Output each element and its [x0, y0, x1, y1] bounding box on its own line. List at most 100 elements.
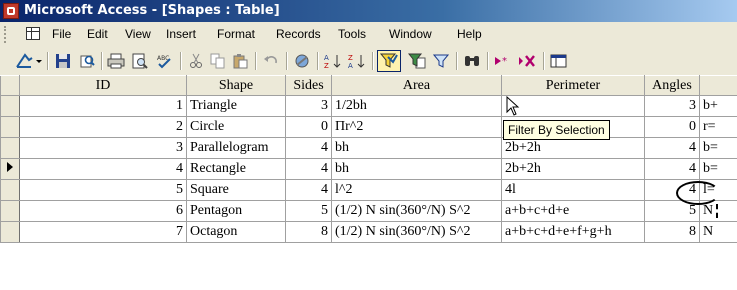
record-selector[interactable] [0, 137, 20, 159]
datasheet-icon[interactable] [26, 27, 40, 40]
cell-sides[interactable]: 5 [285, 200, 332, 222]
find-icon[interactable] [461, 51, 483, 71]
svg-text:Z: Z [348, 54, 353, 62]
paste-icon[interactable] [229, 51, 251, 71]
cell-area[interactable]: Πr^2 [331, 116, 502, 138]
table-row: 4 Rectangle 4 bh 2b+2h 4 b= [0, 158, 737, 180]
cell-angles[interactable]: 3 [644, 95, 700, 117]
record-selector[interactable] [0, 158, 20, 180]
menu-window[interactable]: Window [389, 27, 432, 41]
cell-area[interactable]: 1/2bh [331, 95, 502, 117]
access-app-icon[interactable] [3, 3, 19, 19]
title-bar: Microsoft Access - [Shapes : Table] [0, 0, 737, 22]
record-selector[interactable] [0, 179, 20, 201]
filter-by-form-icon[interactable] [406, 51, 428, 71]
cell-area[interactable]: l^2 [331, 179, 502, 201]
menu-insert[interactable]: Insert [166, 27, 196, 41]
cell-sides[interactable]: 3 [285, 95, 332, 117]
cell-angles[interactable]: 0 [644, 116, 700, 138]
cell-angles[interactable]: 8 [644, 221, 700, 243]
menu-bar: File Edit View Insert Format Records Too… [0, 22, 737, 48]
sort-ascending-icon[interactable]: AZ [322, 51, 344, 71]
cell-shape[interactable]: Pentagon [186, 200, 286, 222]
cell-id[interactable]: 3 [19, 137, 187, 159]
column-header-sides[interactable]: Sides [285, 75, 332, 96]
cell-shape[interactable]: Rectangle [186, 158, 286, 180]
cell-id[interactable]: 2 [19, 116, 187, 138]
record-selector[interactable] [0, 221, 20, 243]
apply-filter-icon[interactable] [430, 51, 452, 71]
header-row: ID Shape Sides Area Perimeter Angles [0, 75, 737, 96]
database-window-icon[interactable] [548, 51, 570, 71]
cell-id[interactable]: 7 [19, 221, 187, 243]
cell-shape[interactable]: Octagon [186, 221, 286, 243]
cell-area[interactable]: bh [331, 137, 502, 159]
cell-extra[interactable]: N [699, 221, 737, 243]
cell-id[interactable]: 4 [19, 158, 187, 180]
table-row: 1 Triangle 3 1/2bh 3 b+ [0, 95, 737, 117]
cell-sides[interactable]: 4 [285, 158, 332, 180]
cell-perimeter[interactable]: 4l [501, 179, 645, 201]
cut-icon[interactable] [185, 51, 207, 71]
menu-view[interactable]: View [125, 27, 151, 41]
table-row: 5 Square 4 l^2 4l 4 l= [0, 179, 737, 201]
cell-shape[interactable]: Circle [186, 116, 286, 138]
view-icon[interactable] [14, 51, 44, 71]
cell-shape[interactable]: Triangle [186, 95, 286, 117]
cell-angles[interactable]: 4 [644, 137, 700, 159]
column-header-perimeter[interactable]: Perimeter [501, 75, 645, 96]
cell-id[interactable]: 5 [19, 179, 187, 201]
column-header-extra[interactable] [699, 75, 737, 96]
record-selector[interactable] [0, 116, 20, 138]
print-icon[interactable] [105, 51, 127, 71]
cell-sides[interactable]: 4 [285, 137, 332, 159]
cell-extra[interactable]: b= [699, 137, 737, 159]
cell-id[interactable]: 6 [19, 200, 187, 222]
cell-area[interactable]: (1/2) N sin(360°/N) S^2 [331, 221, 502, 243]
menu-grip-handle[interactable] [4, 26, 9, 43]
cell-shape[interactable]: Parallelogram [186, 137, 286, 159]
menu-tools[interactable]: Tools [338, 27, 366, 41]
filter-by-selection-icon[interactable] [377, 50, 401, 72]
cell-extra[interactable]: b= [699, 158, 737, 180]
cell-perimeter[interactable]: a+b+c+d+e [501, 200, 645, 222]
copy-icon[interactable] [207, 51, 229, 71]
menu-records[interactable]: Records [276, 27, 321, 41]
record-selector[interactable] [0, 95, 20, 117]
hyperlink-icon[interactable] [291, 51, 313, 71]
cell-perimeter[interactable]: 2b+2h [501, 158, 645, 180]
cell-perimeter[interactable] [501, 95, 645, 117]
column-header-shape[interactable]: Shape [186, 75, 286, 96]
cell-sides[interactable]: 8 [285, 221, 332, 243]
cell-extra[interactable]: r= [699, 116, 737, 138]
cell-angles[interactable]: 4 [644, 158, 700, 180]
record-selector[interactable] [0, 200, 20, 222]
cell-shape[interactable]: Square [186, 179, 286, 201]
cell-area[interactable]: bh [331, 158, 502, 180]
menu-file[interactable]: File [52, 27, 71, 41]
menu-help[interactable]: Help [457, 27, 482, 41]
sort-descending-icon[interactable]: ZA [346, 51, 368, 71]
spelling-icon[interactable]: ABC [153, 51, 175, 71]
column-header-angles[interactable]: Angles [644, 75, 700, 96]
undo-icon[interactable] [260, 51, 282, 71]
cell-perimeter[interactable]: a+b+c+d+e+f+g+h [501, 221, 645, 243]
cell-extra[interactable]: b+ [699, 95, 737, 117]
delete-record-icon[interactable] [516, 51, 538, 71]
menu-format[interactable]: Format [217, 27, 255, 41]
menu-edit[interactable]: Edit [87, 27, 108, 41]
cell-perimeter[interactable]: 2b+2h [501, 137, 645, 159]
print-preview-icon[interactable] [129, 51, 151, 71]
mouse-pointer-icon [506, 96, 520, 116]
column-header-id[interactable]: ID [19, 75, 187, 96]
svg-text:Z: Z [324, 62, 329, 69]
new-record-icon[interactable]: * [492, 51, 514, 71]
save-icon[interactable] [52, 51, 74, 71]
search-icon[interactable] [76, 51, 98, 71]
cell-sides[interactable]: 0 [285, 116, 332, 138]
cell-area[interactable]: (1/2) N sin(360°/N) S^2 [331, 200, 502, 222]
column-header-area[interactable]: Area [331, 75, 502, 96]
cell-sides[interactable]: 4 [285, 179, 332, 201]
select-all-corner[interactable] [0, 75, 20, 96]
cell-id[interactable]: 1 [19, 95, 187, 117]
